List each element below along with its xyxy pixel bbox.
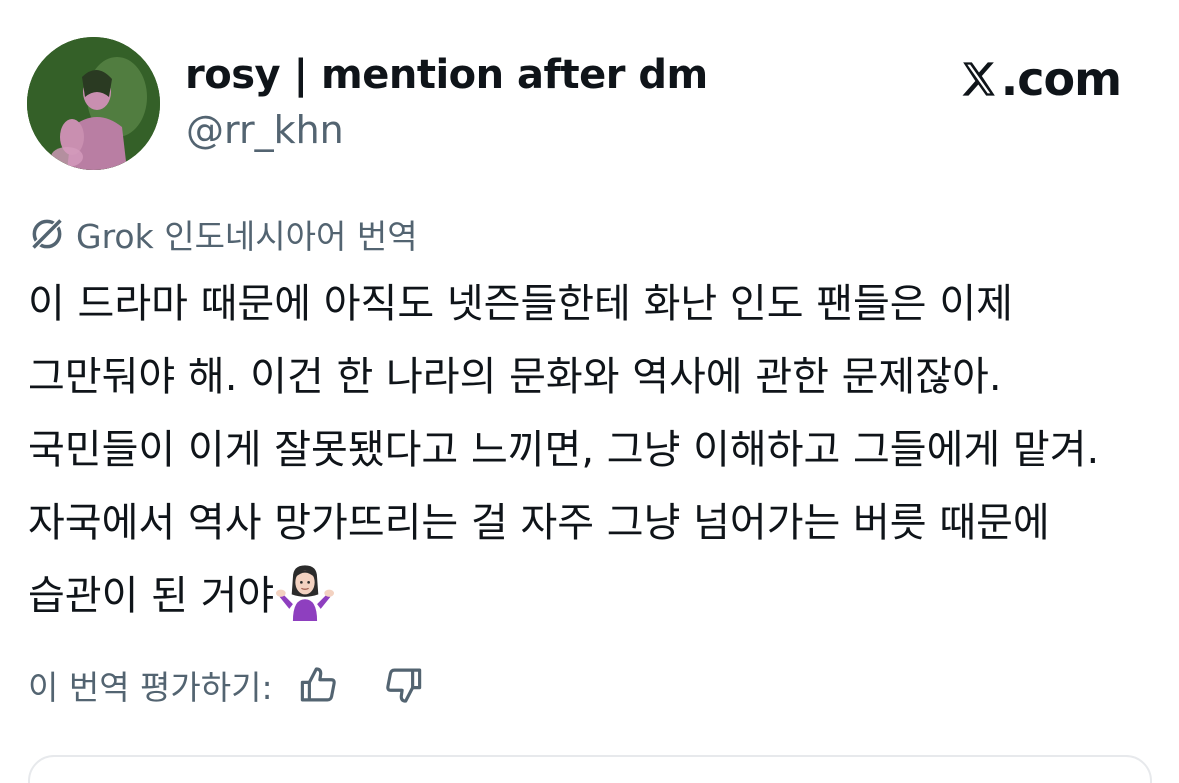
thumbs-down-icon: [385, 668, 421, 703]
brand-domain: .com: [1000, 52, 1122, 106]
translation-label: Grok 인도네시아어 번역: [28, 210, 418, 258]
x-logo-icon: [962, 62, 995, 96]
tweet-body: 이 드라마 때문에 아직도 넷즌들한테 화난 인도 팬들은 이제 그만둬야 해.…: [28, 281, 1100, 619]
brand-watermark: .com: [959, 52, 1122, 106]
avatar[interactable]: [27, 37, 160, 170]
person-shrugging-icon: [276, 565, 335, 621]
thumbs-up-icon: [300, 667, 336, 702]
display-name[interactable]: rosy | mention after dm: [185, 52, 708, 98]
thumbs-down-button[interactable]: [381, 663, 425, 707]
avatar-image: [27, 37, 160, 170]
translation-rating-row: 이 번역 평가하기:: [28, 660, 425, 710]
translation-label-text: Grok 인도네시아어 번역: [76, 217, 418, 256]
tweet-text: 이 드라마 때문에 아직도 넷즌들한테 화난 인도 팬들은 이제 그만둬야 해.…: [28, 268, 1158, 633]
rating-label: 이 번역 평가하기:: [28, 668, 273, 707]
grok-icon: [32, 219, 62, 249]
thumbs-up-button[interactable]: [297, 663, 341, 707]
reply-card[interactable]: [28, 755, 1152, 783]
user-handle[interactable]: @rr_khn: [186, 108, 344, 152]
tweet-screenshot: rosy | mention after dm @rr_khn .com Gro…: [0, 0, 1179, 783]
